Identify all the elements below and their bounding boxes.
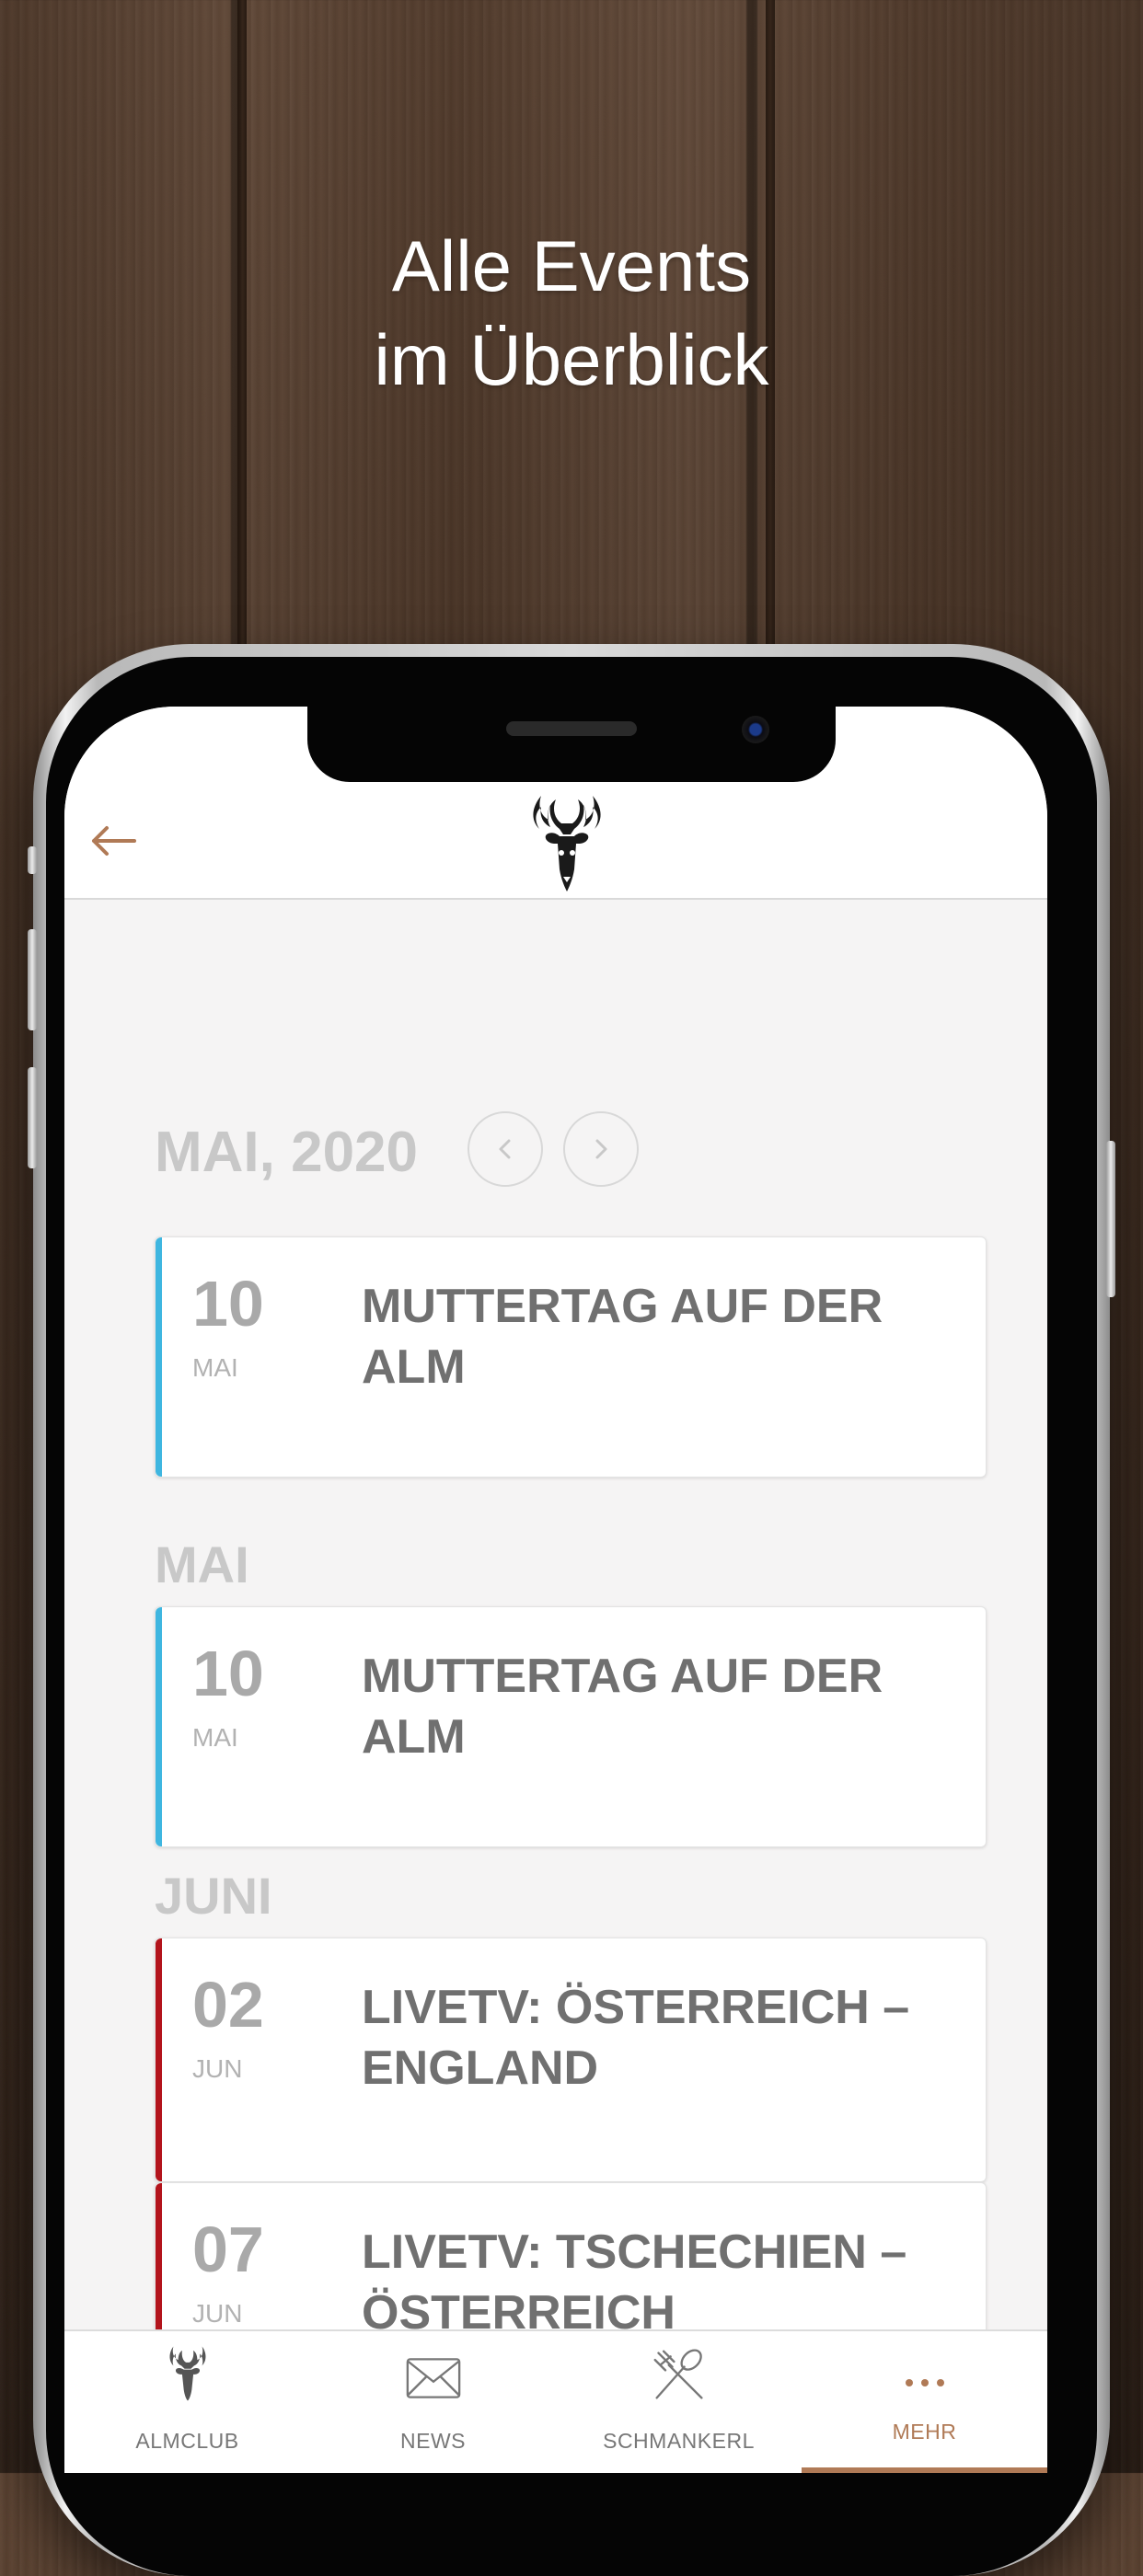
phone-mute-switch bbox=[28, 846, 37, 874]
event-month: MAI bbox=[192, 1353, 238, 1382]
tab-label: ALMCLUB bbox=[135, 2429, 239, 2453]
stag-icon bbox=[164, 2344, 212, 2408]
envelope-icon bbox=[406, 2357, 461, 2404]
back-arrow-icon[interactable] bbox=[88, 822, 138, 859]
active-tab-indicator bbox=[802, 2467, 1047, 2473]
phone-notch bbox=[307, 707, 836, 782]
event-day: 10 bbox=[192, 1268, 264, 1340]
headline-line-1: Alle Events bbox=[391, 225, 752, 306]
event-day: 10 bbox=[192, 1638, 264, 1709]
event-title: LIVETV: ÖSTERREICH – ENGLAND bbox=[362, 1981, 910, 2095]
section-label-mai: MAI bbox=[155, 1535, 249, 1593]
speaker-grille bbox=[506, 721, 637, 736]
event-month: MAI bbox=[192, 1723, 238, 1752]
tab-schmankerl[interactable]: SCHMANKERL bbox=[556, 2331, 802, 2473]
stag-head-logo bbox=[523, 792, 611, 895]
tab-almclub[interactable]: ALMCLUB bbox=[64, 2331, 310, 2473]
event-day: 02 bbox=[192, 1969, 264, 2041]
tab-label: NEWS bbox=[400, 2429, 466, 2453]
promo-headline: Alle Events im Überblick bbox=[0, 219, 1143, 407]
phone-side-button bbox=[1106, 1141, 1115, 1297]
section-label-juni: JUNI bbox=[155, 1867, 272, 1925]
event-accent-bar bbox=[156, 1237, 162, 1477]
event-title: LIVETV: TSCHECHIEN – ÖSTERREICH bbox=[362, 2225, 907, 2340]
front-camera bbox=[742, 716, 769, 743]
event-card[interactable]: 10 MAI MUTTERTAG AUF DER ALM bbox=[155, 1606, 987, 1847]
phone-volume-down bbox=[28, 1067, 37, 1168]
event-title: MUTTERTAG AUF DER ALM bbox=[362, 1280, 883, 1394]
app-screen: MAI, 2020 10 MAI MUTTERTAG AUF DER ALM M… bbox=[64, 707, 1047, 2473]
event-accent-bar bbox=[156, 1607, 162, 1846]
phone-volume-up bbox=[28, 929, 37, 1030]
event-card[interactable]: 02 JUN LIVETV: ÖSTERREICH – ENGLAND bbox=[155, 1938, 987, 2182]
next-month-button[interactable] bbox=[563, 1111, 639, 1187]
tab-label: MEHR bbox=[892, 2420, 957, 2444]
tab-label: SCHMANKERL bbox=[603, 2429, 755, 2453]
chevron-left-icon bbox=[499, 1139, 511, 1159]
event-card-featured[interactable]: 10 MAI MUTTERTAG AUF DER ALM bbox=[155, 1236, 987, 1478]
headline-line-2: im Überblick bbox=[374, 319, 769, 400]
event-accent-bar bbox=[156, 1938, 162, 2181]
event-title: MUTTERTAG AUF DER ALM bbox=[362, 1650, 883, 1764]
tab-news[interactable]: NEWS bbox=[310, 2331, 556, 2473]
more-dots-icon bbox=[905, 2375, 945, 2392]
event-month: JUN bbox=[192, 2054, 243, 2083]
event-month: JUN bbox=[192, 2299, 243, 2328]
tab-mehr[interactable]: MEHR bbox=[802, 2331, 1047, 2473]
event-day: 07 bbox=[192, 2214, 264, 2285]
bottom-tab-bar: ALMCLUB NEWS SCHMANKERL MEHR bbox=[64, 2329, 1047, 2473]
month-title: MAI, 2020 bbox=[155, 1121, 419, 1184]
fork-spoon-icon bbox=[652, 2348, 707, 2408]
chevron-right-icon bbox=[595, 1139, 607, 1159]
prev-month-button[interactable] bbox=[468, 1111, 543, 1187]
